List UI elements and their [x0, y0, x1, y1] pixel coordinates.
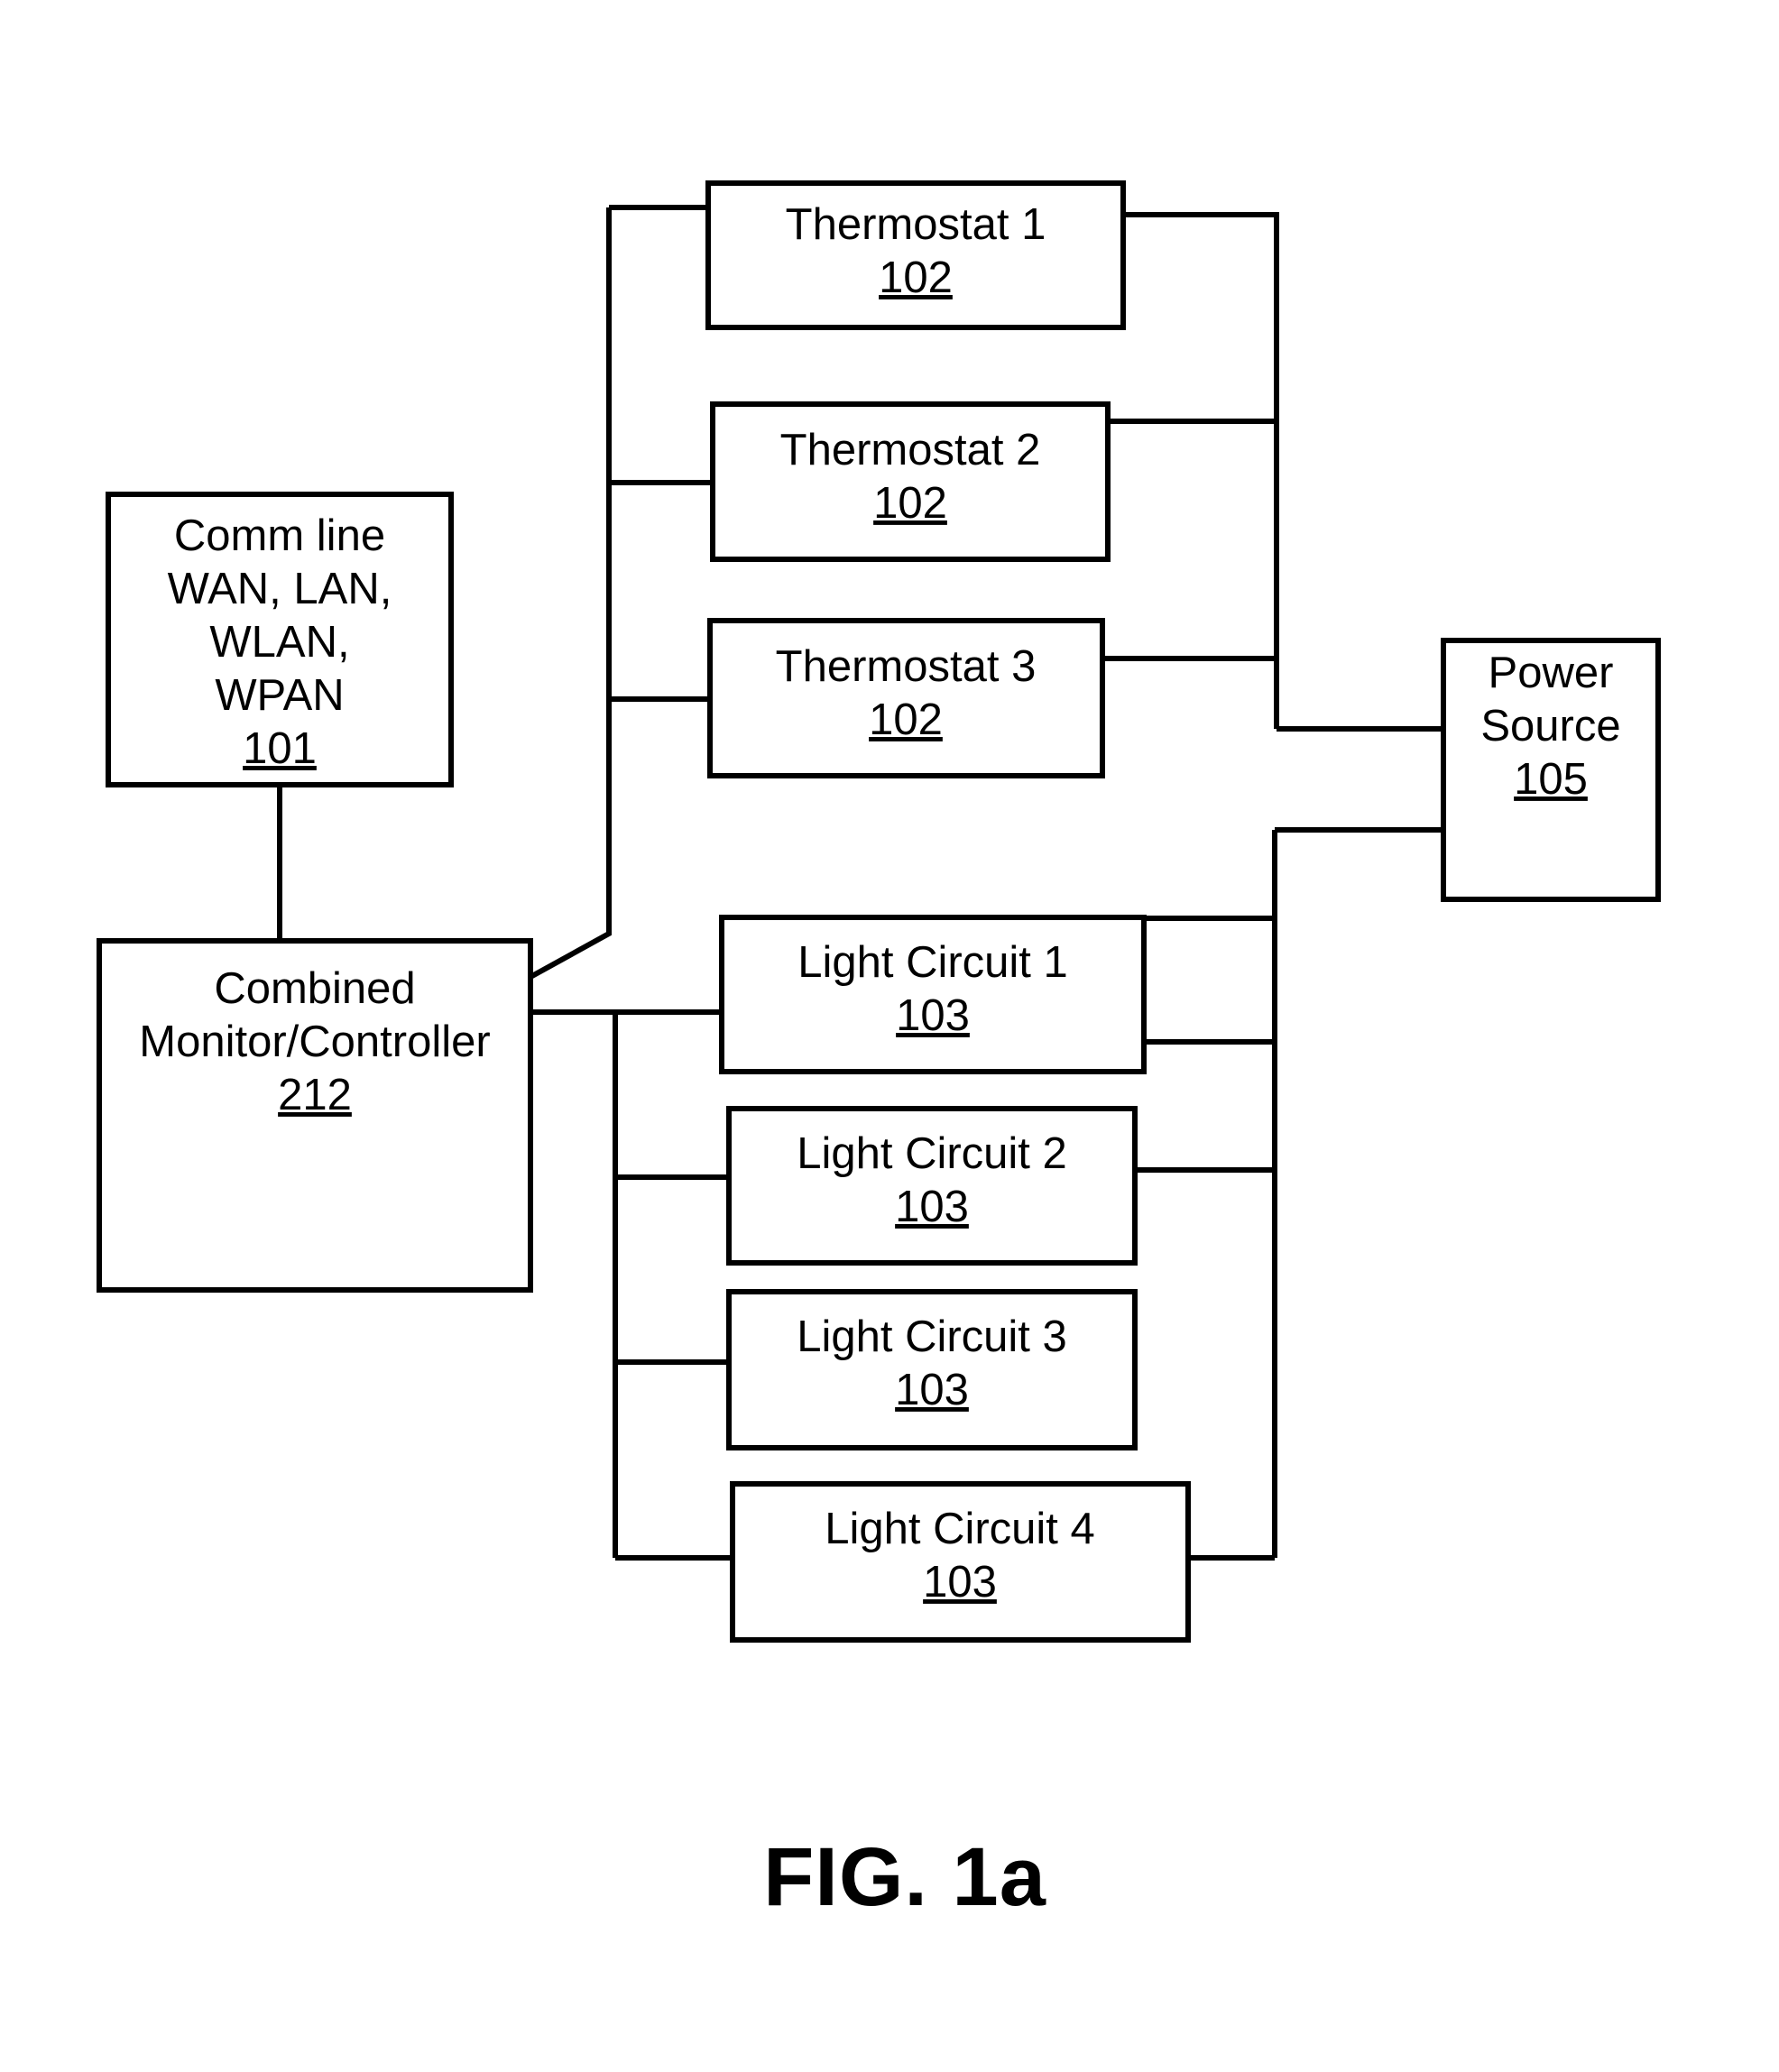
thermostat-1-reference-numeral: 102: [879, 253, 953, 302]
light-circuit-4-reference-numeral: 103: [923, 1558, 997, 1607]
block-light-circuit-1[interactable]: Light Circuit 1 103: [719, 915, 1147, 1074]
power-source-reference-numeral: 105: [1514, 755, 1588, 804]
light-circuit-1-label: Light Circuit 1: [797, 938, 1068, 987]
figure-caption: FIG. 1a: [763, 1831, 1046, 1923]
power-source-label-line1: Power: [1489, 649, 1614, 697]
power-source-label-line2: Source: [1480, 702, 1620, 751]
block-combined-monitor-controller[interactable]: Combined Monitor/Controller 212: [97, 938, 533, 1293]
thermostat-2-reference-numeral: 102: [873, 479, 947, 528]
comm-line-label-line1: Comm line: [174, 511, 385, 560]
light-circuit-1-reference-numeral: 103: [896, 991, 970, 1040]
comm-line-label-line4: WPAN: [215, 671, 344, 720]
block-power-source[interactable]: Power Source 105: [1441, 638, 1661, 902]
block-thermostat-3[interactable]: Thermostat 3 102: [707, 618, 1105, 778]
thermostat-3-label: Thermostat 3: [776, 642, 1037, 691]
block-comm-line[interactable]: Comm line WAN, LAN, WLAN, WPAN 101: [106, 492, 454, 787]
block-thermostat-2[interactable]: Thermostat 2 102: [710, 401, 1111, 562]
wire-thermostat-power-bus: [1123, 212, 1279, 729]
block-diagram-canvas: Comm line WAN, LAN, WLAN, WPAN 101 Combi…: [97, 180, 1661, 1923]
comm-line-label-line3: WLAN,: [209, 618, 349, 667]
thermostat-2-label: Thermostat 2: [780, 426, 1041, 474]
thermostat-3-reference-numeral: 102: [869, 695, 943, 744]
light-circuit-3-reference-numeral: 103: [895, 1366, 969, 1414]
block-light-circuit-3[interactable]: Light Circuit 3 103: [726, 1289, 1138, 1450]
comm-line-reference-numeral: 101: [243, 724, 317, 773]
controller-label-line2: Monitor/Controller: [139, 1018, 490, 1066]
wire-bus-to-thermostat-1: [609, 205, 711, 242]
block-thermostat-1[interactable]: Thermostat 1 102: [705, 180, 1126, 330]
controller-reference-numeral: 212: [278, 1071, 352, 1119]
comm-line-label-line2: WAN, LAN,: [168, 565, 392, 613]
light-circuit-2-label: Light Circuit 2: [797, 1129, 1067, 1178]
light-circuit-4-label: Light Circuit 4: [825, 1505, 1095, 1553]
thermostat-1-label: Thermostat 1: [786, 200, 1046, 249]
block-light-circuit-2[interactable]: Light Circuit 2 103: [726, 1106, 1138, 1266]
wire-controller-to-thermostat-bus: [529, 207, 612, 980]
patent-figure-1a: Comm line WAN, LAN, WLAN, WPAN 101 Combi…: [0, 0, 1779, 2072]
block-light-circuit-4[interactable]: Light Circuit 4 103: [730, 1481, 1191, 1643]
light-circuit-3-label: Light Circuit 3: [797, 1312, 1067, 1361]
light-circuit-2-reference-numeral: 103: [895, 1183, 969, 1231]
wire-controller-to-lightcircuit-bus: [530, 1009, 618, 1558]
controller-label-line1: Combined: [214, 964, 415, 1013]
